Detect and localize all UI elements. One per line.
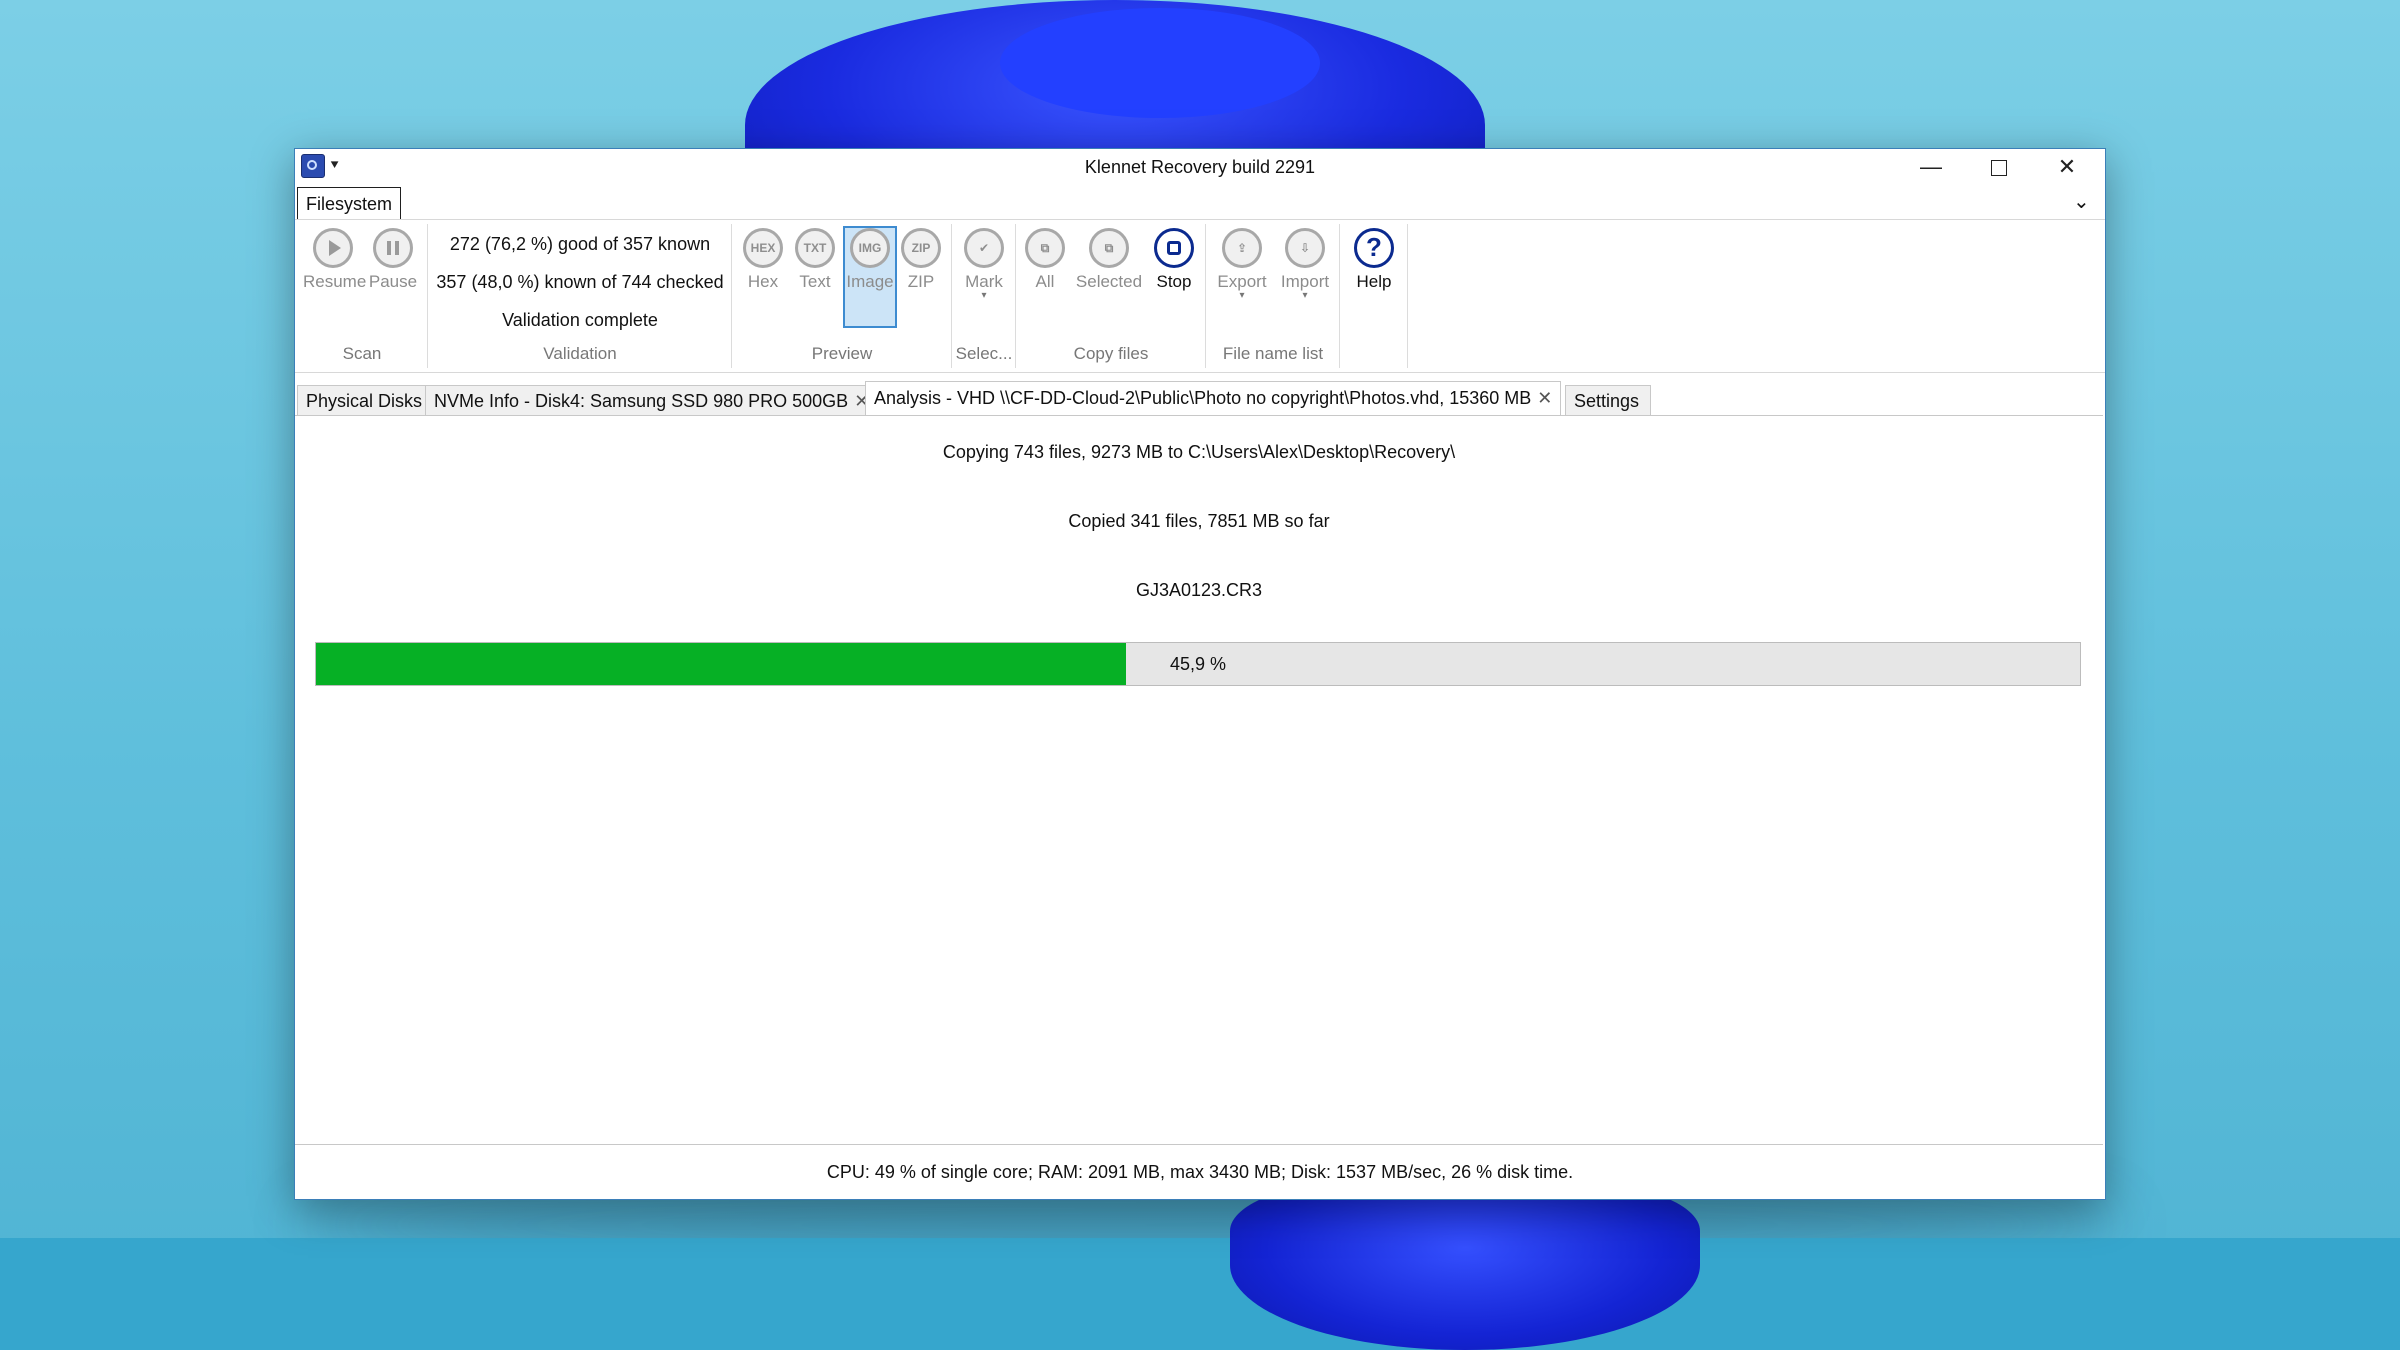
tab-label: Settings: [1574, 391, 1640, 411]
wallpaper-bloom-bottom: [1230, 1180, 1700, 1350]
text-preview-button[interactable]: TXT Text: [791, 228, 839, 292]
app-window: ⯆ Klennet Recovery build 2291 — ✕ Filesy…: [294, 148, 2106, 1200]
close-button[interactable]: ✕: [2033, 149, 2101, 187]
hex-preview-button[interactable]: HEX Hex: [739, 228, 787, 292]
ribbon-tab-filesystem[interactable]: Filesystem: [297, 187, 401, 220]
export-dropdown-icon: ▾: [1239, 290, 1245, 301]
copy-summary: Copying 743 files, 9273 MB to C:\Users\A…: [942, 442, 1456, 462]
group-label-selection: Selec...: [955, 344, 1013, 363]
tab-close-icon[interactable]: ✕: [1537, 388, 1552, 408]
export-button[interactable]: ⇪ Export ▾: [1213, 228, 1271, 301]
tab-label: Analysis - VHD \\CF-DD-Cloud-2\Public\Ph…: [874, 388, 1532, 408]
ribbon-group-file-name-list: ⇪ Export ▾ ⇩ Import ▾ File name list: [1207, 224, 1340, 368]
zip-label: ZIP: [907, 272, 935, 291]
minimize-button[interactable]: —: [1897, 149, 1965, 187]
help-label: Help: [1356, 272, 1392, 291]
copy-all-label: All: [1035, 272, 1055, 291]
copy-progress-panel: Copying 743 files, 9273 MB to C:\Users\A…: [295, 415, 2103, 1145]
maximize-button[interactable]: [1965, 149, 2033, 187]
validation-good-count: 272 (76,2 %) good of 357 known: [449, 234, 711, 254]
image-preview-button[interactable]: IMG Image: [843, 226, 897, 328]
import-label: Import: [1280, 272, 1330, 291]
text-label: Text: [799, 272, 831, 291]
export-icon: ⇪: [1222, 228, 1262, 268]
tab-nvme-info[interactable]: NVMe Info - Disk4: Samsung SSD 980 PRO 5…: [425, 385, 879, 415]
image-icon: IMG: [850, 228, 890, 268]
ribbon-group-selection: ✔ Mark ▾ Selec...: [953, 224, 1016, 368]
group-label-preview: Preview: [811, 344, 873, 363]
group-label-copy-files: Copy files: [1073, 344, 1149, 363]
tab-settings[interactable]: Settings: [1565, 385, 1651, 415]
mark-label: Mark: [965, 272, 1003, 291]
checkbox-icon: ✔: [964, 228, 1004, 268]
resume-label: Resume: [303, 272, 367, 291]
status-bar: CPU: 49 % of single core; RAM: 2091 MB, …: [826, 1162, 1574, 1182]
ribbon-group-copy-files: ⧉ All ⧉ Selected Stop Copy files: [1017, 224, 1206, 368]
resume-button[interactable]: Resume: [303, 228, 367, 292]
export-label: Export: [1217, 272, 1267, 291]
window-title: Klennet Recovery build 2291: [1084, 157, 1316, 177]
copy-progress-bar: 45,9 %: [315, 642, 2081, 686]
text-icon: TXT: [795, 228, 835, 268]
import-icon: ⇩: [1285, 228, 1325, 268]
current-file: GJ3A0123.CR3: [1135, 580, 1263, 600]
hex-icon: HEX: [743, 228, 783, 268]
tab-analysis[interactable]: Analysis - VHD \\CF-DD-Cloud-2\Public\Ph…: [865, 381, 1562, 416]
copy-selected-icon: ⧉: [1089, 228, 1129, 268]
ribbon: Resume Pause Scan 272 (76,2 %) good of 3…: [295, 219, 2105, 373]
title-bar[interactable]: ⯆ Klennet Recovery build 2291 — ✕: [295, 149, 2105, 187]
document-tabs: Physical Disks NVMe Info - Disk4: Samsun…: [295, 381, 2105, 416]
image-label: Image: [846, 272, 894, 291]
ribbon-group-help: ? Help: [1341, 224, 1408, 368]
import-button[interactable]: ⇩ Import ▾: [1275, 228, 1335, 301]
copy-selected-button[interactable]: ⧉ Selected: [1071, 228, 1147, 292]
validation-status: Validation complete: [502, 310, 658, 330]
maximize-icon: [1991, 160, 2007, 177]
mark-dropdown-icon: ▾: [981, 290, 987, 301]
hex-label: Hex: [747, 272, 779, 291]
pause-icon: [373, 228, 413, 268]
resume-icon: [313, 228, 353, 268]
validation-known-count: 357 (48,0 %) known of 744 checked: [436, 272, 724, 292]
stop-icon: [1154, 228, 1194, 268]
pause-button[interactable]: Pause: [365, 228, 421, 292]
copy-all-button[interactable]: ⧉ All: [1023, 228, 1067, 292]
group-label-scan: Scan: [342, 344, 382, 363]
ribbon-group-validation: 272 (76,2 %) good of 357 known 357 (48,0…: [429, 224, 732, 368]
mark-button[interactable]: ✔ Mark ▾: [959, 228, 1009, 301]
group-label-file-name-list: File name list: [1222, 344, 1324, 363]
tab-label: Physical Disks: [306, 391, 423, 411]
copy-selected-label: Selected: [1075, 272, 1143, 291]
wallpaper-floor: [0, 1238, 2400, 1350]
help-icon: ?: [1354, 228, 1394, 268]
copy-all-icon: ⧉: [1025, 228, 1065, 268]
ribbon-collapse-chevron-icon[interactable]: ⌄: [2073, 189, 2090, 214]
ribbon-group-scan: Resume Pause Scan: [297, 224, 428, 368]
tab-label: NVMe Info - Disk4: Samsung SSD 980 PRO 5…: [434, 391, 849, 411]
pause-label: Pause: [368, 272, 418, 291]
zip-preview-button[interactable]: ZIP ZIP: [897, 228, 945, 292]
wallpaper-bloom-crest: [1000, 8, 1320, 118]
help-button[interactable]: ? Help: [1349, 228, 1399, 292]
import-dropdown-icon: ▾: [1302, 290, 1308, 301]
stop-copy-button[interactable]: Stop: [1149, 228, 1199, 292]
copied-so-far: Copied 341 files, 7851 MB so far: [1068, 511, 1330, 531]
group-label-validation: Validation: [543, 344, 617, 363]
tab-physical-disks[interactable]: Physical Disks: [297, 385, 432, 415]
ribbon-group-preview: HEX Hex TXT Text IMG Image ZIP ZIP Previ…: [733, 224, 952, 368]
zip-icon: ZIP: [901, 228, 941, 268]
stop-label: Stop: [1156, 272, 1192, 291]
progress-percent: 45,9 %: [1169, 654, 1227, 674]
